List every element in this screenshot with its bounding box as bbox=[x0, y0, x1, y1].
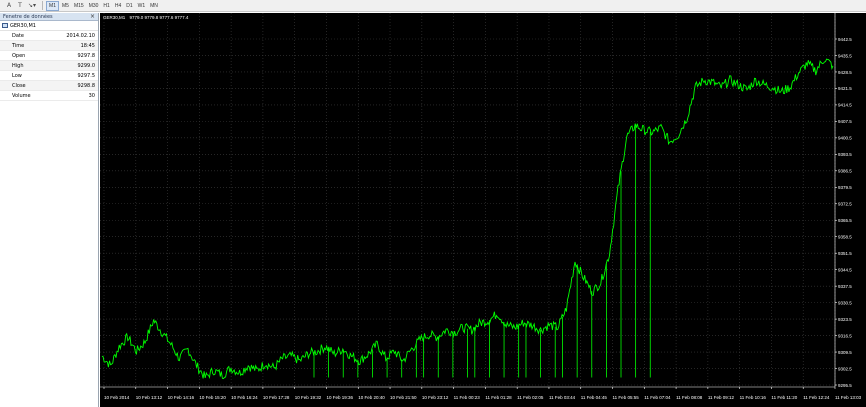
x-tick-label: 11 Feb 11:20 bbox=[771, 395, 797, 400]
y-tick-label: 9316.5 bbox=[838, 333, 852, 338]
x-tick-label: 11 Feb 01:28 bbox=[485, 395, 512, 400]
x-tick-label: 11 Feb 04:45 bbox=[581, 395, 608, 400]
data-row-low: Low 9297.5 bbox=[0, 71, 98, 81]
y-tick-label: 9435.5 bbox=[838, 53, 852, 58]
data-row-label: Close bbox=[12, 82, 26, 89]
data-row-value: 9297.8 bbox=[77, 52, 96, 59]
x-tick-label: 10 Feb 13:12 bbox=[136, 395, 163, 400]
y-tick-label: 9414.5 bbox=[838, 103, 852, 108]
y-tick-label: 9442.5 bbox=[838, 37, 852, 42]
arrow-tool-icon[interactable]: ↘▾ bbox=[26, 1, 38, 11]
x-tick-label: 10 Feb 16:24 bbox=[231, 395, 258, 400]
timeframe-m30-button[interactable]: M30 bbox=[87, 1, 101, 11]
x-tick-label: 11 Feb 07:04 bbox=[644, 395, 671, 400]
x-tick-label: 11 Feb 12:24 bbox=[803, 395, 830, 400]
data-window-symbol: GER30,M1 bbox=[0, 21, 98, 31]
x-tick-label: 10 Feb 2014 bbox=[104, 395, 130, 400]
y-tick-label: 9358.5 bbox=[838, 235, 852, 240]
chart-symbol: GER30,M1 bbox=[103, 15, 126, 20]
x-tick-label: 10 Feb 17:28 bbox=[263, 395, 290, 400]
y-tick-label: 9309.5 bbox=[838, 350, 852, 355]
x-tick-label: 11 Feb 00:23 bbox=[454, 395, 481, 400]
y-tick-label: 9302.5 bbox=[838, 366, 852, 371]
chart-ohlc-values: 9779.0 9779.8 9777.6 9777.4 bbox=[129, 15, 189, 20]
y-tick-label: 9407.5 bbox=[838, 119, 852, 124]
chart-window-icon bbox=[2, 23, 8, 28]
timeframe-d1-button[interactable]: D1 bbox=[124, 1, 134, 11]
y-tick-label: 9351.5 bbox=[838, 251, 852, 256]
y-tick-label: 9379.5 bbox=[838, 185, 852, 190]
data-row-label: Open bbox=[12, 52, 26, 59]
toolbar-separator bbox=[42, 1, 44, 10]
data-row-time: Time 18:45 bbox=[0, 41, 98, 51]
data-row-value: 2014.02.10 bbox=[66, 32, 95, 39]
data-row-label: High bbox=[12, 62, 24, 69]
x-tick-label: 10 Feb 20:40 bbox=[358, 395, 385, 400]
x-tick-label: 11 Feb 05:55 bbox=[613, 395, 640, 400]
y-tick-label: 9421.5 bbox=[838, 86, 852, 91]
text-tool-icon[interactable]: A bbox=[4, 1, 14, 11]
data-row-value: 9298.8 bbox=[77, 82, 96, 89]
data-row-close: Close 9298.8 bbox=[0, 81, 98, 91]
data-row-label: Low bbox=[12, 72, 22, 79]
x-tick-label: 11 Feb 09:12 bbox=[708, 395, 735, 400]
data-row-value: 9297.5 bbox=[77, 72, 96, 79]
data-row-value: 9299.0 bbox=[77, 62, 96, 69]
x-tick-label: 11 Feb 08:08 bbox=[676, 395, 703, 400]
x-tick-label: 11 Feb 13:03 bbox=[835, 395, 862, 400]
timeframe-h4-button[interactable]: H4 bbox=[113, 1, 123, 11]
data-window-titlebar[interactable]: Fenetre de données × bbox=[0, 13, 98, 21]
x-tick-label: 10 Feb 19:36 bbox=[326, 395, 353, 400]
price-chart[interactable]: 9442.5 9435.5 9428.5 9421.5 9414.5 9407.5 9400… bbox=[100, 13, 866, 407]
data-row-high: High 9299.0 bbox=[0, 61, 98, 71]
timeframe-w1-button[interactable]: W1 bbox=[136, 1, 148, 11]
data-row-value: 30 bbox=[88, 92, 95, 99]
x-tick-label: 11 Feb 03:44 bbox=[549, 395, 576, 400]
y-tick-label: 9393.5 bbox=[838, 152, 852, 157]
y-tick-label: 9295.5 bbox=[838, 383, 852, 388]
symbol-label: GER30,M1 bbox=[10, 22, 36, 29]
data-window-title: Fenetre de données bbox=[3, 13, 53, 20]
close-icon[interactable]: × bbox=[90, 13, 95, 20]
y-tick-label: 9337.5 bbox=[838, 284, 852, 289]
x-tick-label: 10 Feb 21:50 bbox=[390, 395, 417, 400]
data-row-label: Time bbox=[12, 42, 25, 49]
chart-toolbar: A T ↘▾ M1 M5 M15 M30 H1 H4 D1 W1 MN bbox=[0, 0, 866, 12]
x-tick-label: 10 Feb 14:16 bbox=[168, 395, 195, 400]
timeframe-mn-button[interactable]: MN bbox=[148, 1, 160, 11]
text-label-icon[interactable]: T bbox=[15, 1, 25, 11]
y-tick-label: 9428.5 bbox=[838, 70, 852, 75]
x-tick-label: 10 Feb 19:32 bbox=[295, 395, 322, 400]
timeframe-m15-button[interactable]: M15 bbox=[72, 1, 86, 11]
timeframe-m1-button[interactable]: M1 bbox=[46, 0, 59, 11]
y-tick-label: 9400.5 bbox=[838, 136, 852, 141]
x-tick-label: 11 Feb 02:05 bbox=[517, 395, 544, 400]
timeframe-h1-button[interactable]: H1 bbox=[101, 1, 111, 11]
data-window-panel: Fenetre de données × GER30,M1 Date 2014.… bbox=[0, 13, 99, 407]
y-tick-label: 9372.5 bbox=[838, 202, 852, 207]
price-chart-canvas[interactable]: 9442.5 9435.5 9428.5 9421.5 9414.5 9407.5 9400… bbox=[100, 13, 866, 407]
data-row-open: Open 9297.8 bbox=[0, 51, 98, 61]
data-row-date: Date 2014.02.10 bbox=[0, 31, 98, 41]
data-row-label: Volume bbox=[12, 92, 31, 99]
x-tick-label: 11 Feb 10:16 bbox=[740, 395, 767, 400]
timeframe-m5-button[interactable]: M5 bbox=[60, 1, 71, 11]
data-row-volume: Volume 30 bbox=[0, 91, 98, 101]
y-tick-label: 9344.5 bbox=[838, 267, 852, 272]
chart-header: GER30,M1 9779.0 9779.8 9777.6 9777.4 bbox=[103, 15, 191, 20]
y-tick-label: 9330.5 bbox=[838, 300, 852, 305]
data-row-label: Date bbox=[12, 32, 24, 39]
y-tick-label: 9386.5 bbox=[838, 169, 852, 174]
x-tick-label: 10 Feb 15:20 bbox=[199, 395, 226, 400]
x-tick-label: 10 Feb 23:12 bbox=[422, 395, 449, 400]
data-row-value: 18:45 bbox=[80, 42, 95, 49]
y-tick-label: 9323.5 bbox=[838, 317, 852, 322]
y-tick-label: 9365.5 bbox=[838, 218, 852, 223]
